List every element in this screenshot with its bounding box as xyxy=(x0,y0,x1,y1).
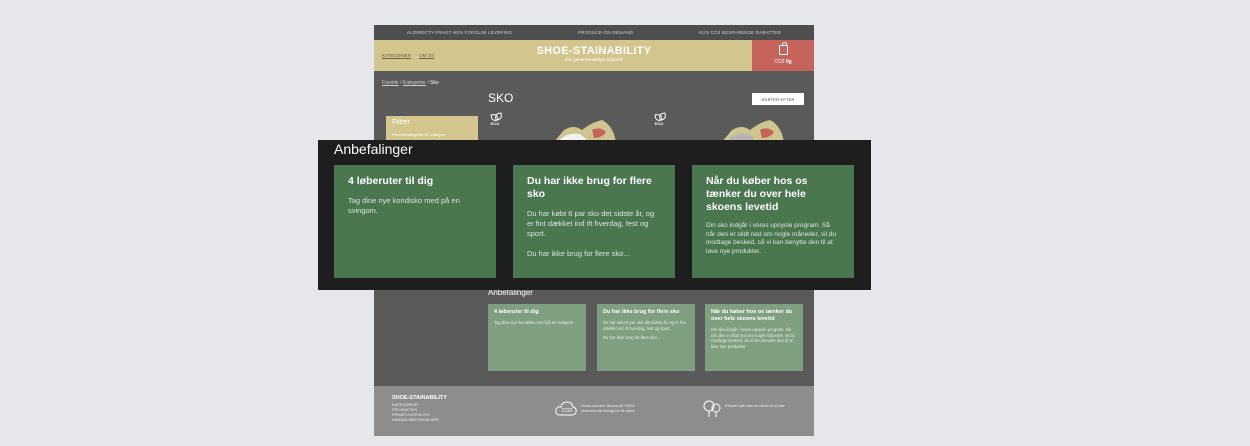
sneaker-image[interactable] xyxy=(544,118,624,142)
page-title: SKO xyxy=(488,91,514,105)
footer-brand: SHOE-STAINABILITY xyxy=(392,395,447,401)
filter-option[interactable]: Produktkategorier Pr. kategori xyxy=(392,132,445,137)
eco-badge: ECO xyxy=(488,113,502,126)
recommendation-card-small[interactable]: Når du køber hos os tænker du over hele … xyxy=(705,304,803,371)
sneaker-image[interactable] xyxy=(712,118,792,142)
recommendations-zoom-panel: Anbefalinger 4 løberuter til dig Tag din… xyxy=(318,140,871,290)
card-title: Når du køber hos os tænker du over hele … xyxy=(711,309,793,322)
card-title: 4 løberuter til dig xyxy=(348,175,434,187)
breadcrumb: Forside / Kategorier / Sko xyxy=(382,80,439,86)
card-text: Du har købt 6 par sko det sidste år, og … xyxy=(527,209,655,238)
leaf-icon xyxy=(655,113,664,121)
eco-label: ECO xyxy=(490,121,500,126)
svg-text:CO2: CO2 xyxy=(562,408,573,414)
recommendation-card-shoe-lifetime[interactable]: Når du køber hos os tænker du over hele … xyxy=(692,165,854,278)
filter-panel[interactable]: Filtrer Produktkategorier Pr. kategori xyxy=(386,116,478,142)
filter-title: Filtrer xyxy=(392,119,410,126)
breadcrumb-category[interactable]: Kategorier xyxy=(403,80,426,86)
card-text: Du har ikke brug for flere sko... xyxy=(603,335,661,340)
promo-item: KUN CO2 BESPARENDE RABATTER xyxy=(699,30,782,35)
card-text: Tag dine nye kondisko med på en svingom. xyxy=(494,320,575,325)
promo-item: ALDIRECTY FRAGT HEN FORGLIM LEVERING xyxy=(406,30,513,35)
card-title: Du har ikke brug for flere sko xyxy=(603,309,680,315)
footer-tree-text: Ethvert køb hos os bliver til et træ xyxy=(725,403,785,408)
recommendation-card-no-more-shoes[interactable]: Du har ikke brug for flere sko Du har kø… xyxy=(513,165,675,278)
recommendation-card-small[interactable]: Du har ikke brug for flere sko Du har kø… xyxy=(597,304,695,371)
site-header: KATEGORIER OM OS SHOE-STAINABILITY Din g… xyxy=(374,40,814,71)
recommendation-card-running-routes[interactable]: 4 løberuter til dig Tag dine nye kondisk… xyxy=(334,165,496,278)
card-text: Tag dine nye kondisko med på en svingom. xyxy=(348,196,460,215)
card-text: Din sko indgår i vores upcycle program. … xyxy=(711,327,795,349)
cart-co2-readout: CO2 0g xyxy=(752,59,814,65)
sort-button[interactable]: SORTER EFTER xyxy=(752,93,804,105)
recommendation-card-small[interactable]: 4 løberuter til dig Tag dine nye kondisk… xyxy=(488,304,586,371)
promo-item: PRODUCE-ON-DEMAND xyxy=(578,30,634,35)
cart-button[interactable]: CO2 0g xyxy=(752,40,814,71)
recommendations-heading: Anbefalinger xyxy=(334,141,413,157)
trees-icon xyxy=(703,400,721,417)
breadcrumb-home[interactable]: Forside xyxy=(382,80,399,86)
card-title: Når du køber hos os tænker du over hele … xyxy=(706,175,808,213)
card-text: Du har købt 6 par sko det sidste år, og … xyxy=(603,320,686,331)
breadcrumb-current: Sko xyxy=(430,80,439,86)
footer-co2-text: Vores servere drives på 100% vedvarende … xyxy=(581,403,635,413)
site-tagline: Din genanvendelige skobutik xyxy=(565,57,623,62)
cart-co2-label: CO2 xyxy=(774,59,785,65)
footer-link[interactable]: HANDELSBETINGELSER xyxy=(392,417,439,422)
footer-links: KATEGORIER PRODUKTER PRIVATLIVSPOLITIK H… xyxy=(392,402,439,422)
card-title: Du har ikke brug for flere sko xyxy=(527,175,652,200)
site-logo[interactable]: SHOE-STAINABILITY xyxy=(374,45,814,57)
eco-label: ECO xyxy=(654,121,664,126)
leaf-icon xyxy=(491,113,500,121)
card-text: Du har ikke brug for flere sko... xyxy=(527,249,630,258)
co2-cloud-icon: CO2 xyxy=(555,401,577,416)
card-title: 4 løberuter til dig xyxy=(494,309,539,315)
eco-badge: ECO xyxy=(652,113,666,126)
promo-bar: ALDIRECTY FRAGT HEN FORGLIM LEVERING PRO… xyxy=(374,25,814,40)
card-text: Din sko indgår i vores upcycle program. … xyxy=(706,222,837,255)
cart-co2-value: 0g xyxy=(785,59,792,65)
shopping-bag-icon xyxy=(779,42,788,55)
site-footer: SHOE-STAINABILITY KATEGORIER PRODUKTER P… xyxy=(374,386,814,436)
